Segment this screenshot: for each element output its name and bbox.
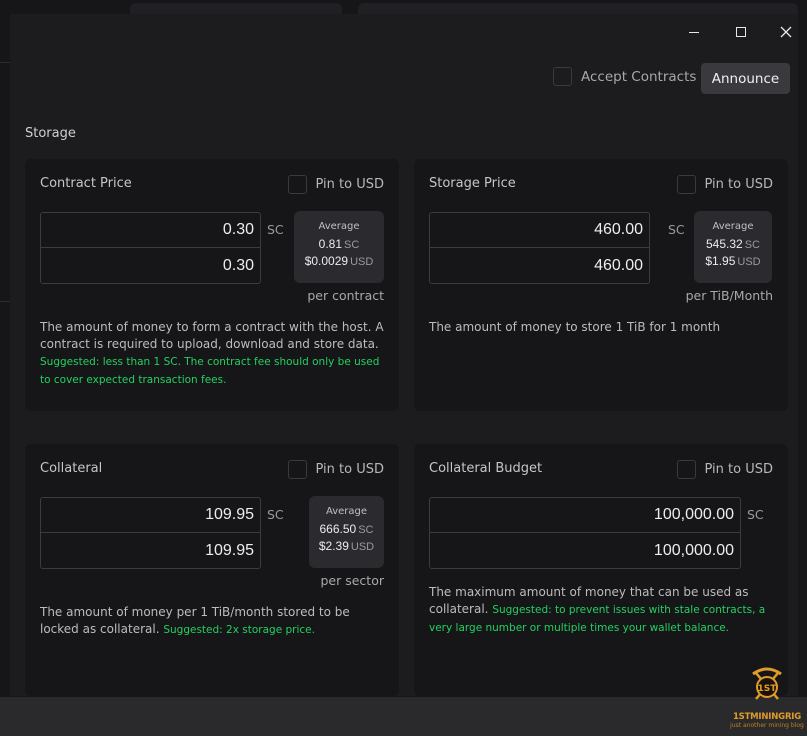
pin-to-usd-label: Pin to USD: [315, 462, 385, 477]
card-description: The amount of money to store 1 TiB for 1…: [429, 319, 774, 336]
announce-button[interactable]: Announce: [701, 63, 790, 94]
pickaxe-logo-icon: 1ST: [752, 667, 782, 700]
background-bottom-bar: [0, 697, 807, 736]
card-description: The amount of money per 1 TiB/month stor…: [40, 604, 385, 639]
suggested-text: Suggested: 2x storage price.: [163, 624, 315, 636]
average-box: Average 545.32 SC $1.95 USD: [694, 211, 772, 283]
host-settings-dialog: Accept Contracts Announce Storage Contra…: [10, 14, 798, 696]
watermark-tagline: just another mining blog: [730, 722, 804, 729]
average-usd-value: $0.0029: [304, 254, 349, 268]
minimize-icon[interactable]: [679, 22, 709, 42]
per-unit-label: per contract: [307, 288, 384, 303]
average-usd-value: $2.39: [318, 539, 349, 553]
collateral-budget-usd-input[interactable]: [430, 533, 740, 568]
pin-to-usd-toggle[interactable]: Pin to USD: [676, 175, 774, 194]
pin-to-usd-checkbox[interactable]: [287, 460, 307, 479]
storage-price-usd-input[interactable]: [430, 248, 649, 283]
pin-to-usd-checkbox[interactable]: [287, 175, 307, 194]
storage-price-inputs: [429, 212, 650, 284]
average-usd-value: $1.95: [705, 254, 736, 268]
unit-label: SC: [267, 222, 284, 237]
card-title: Contract Price: [40, 176, 132, 191]
average-usd-unit: USD: [350, 541, 375, 553]
unit-label: SC: [668, 222, 685, 237]
accept-contracts-toggle[interactable]: Accept Contracts: [553, 67, 696, 86]
contract-price-inputs: [40, 212, 261, 284]
pin-to-usd-toggle[interactable]: Pin to USD: [676, 460, 774, 479]
pin-to-usd-checkbox[interactable]: [676, 175, 696, 194]
collateral-card: Collateral Pin to USD SC Average 666.50S…: [25, 444, 399, 696]
watermark-name: 1STMININGRIG: [732, 712, 802, 722]
watermark: 1ST 1STMININGRIG just another mining blo…: [728, 666, 806, 734]
accept-contracts-label: Accept Contracts: [581, 68, 697, 85]
contract-price-sc-input[interactable]: [41, 213, 260, 248]
collateral-sc-input[interactable]: [41, 498, 260, 533]
collateral-inputs: [40, 497, 261, 569]
average-usd-unit: USD: [350, 256, 374, 268]
average-usd-unit: USD: [737, 256, 761, 268]
collateral-budget-inputs: [429, 497, 741, 569]
maximize-icon[interactable]: [726, 22, 756, 42]
description-text: The amount of money to form a contract w…: [40, 320, 384, 351]
card-title: Collateral Budget: [429, 461, 543, 476]
average-label: Average: [318, 221, 360, 232]
average-sc-value: 666.50: [319, 522, 357, 536]
pin-to-usd-label: Pin to USD: [704, 177, 774, 192]
collateral-budget-sc-input[interactable]: [430, 498, 740, 533]
unit-label: SC: [267, 507, 284, 522]
pin-to-usd-label: Pin to USD: [704, 462, 774, 477]
collateral-usd-input[interactable]: [41, 533, 260, 568]
accept-contracts-checkbox[interactable]: [553, 67, 572, 86]
card-title: Storage Price: [429, 176, 516, 191]
average-label: Average: [712, 221, 754, 232]
section-title: Storage: [25, 126, 76, 141]
description-text: The amount of money to store 1 TiB for 1…: [429, 320, 721, 334]
contract-price-usd-input[interactable]: [41, 248, 260, 283]
close-icon[interactable]: [771, 22, 798, 42]
average-box: Average 666.50 SC $2.39 USD: [309, 496, 384, 568]
storage-price-sc-input[interactable]: [430, 213, 649, 248]
pin-to-usd-toggle[interactable]: Pin to USD: [287, 175, 385, 194]
card-title: Collateral: [40, 461, 103, 476]
average-sc-value: 0.81: [318, 237, 343, 251]
contract-price-card: Contract Price Pin to USD SC Average 0.8…: [25, 159, 399, 411]
average-box: Average 0.81 SC $0.0029 USD: [294, 211, 384, 283]
collateral-budget-card: Collateral Budget Pin to USD SC The maxi…: [414, 444, 788, 696]
per-unit-label: per sector: [320, 573, 384, 588]
average-sc-unit: SC: [344, 239, 360, 251]
average-sc-unit: SC: [358, 524, 374, 536]
card-description: The maximum amount of money that can be …: [429, 584, 774, 637]
average-label: Average: [325, 506, 368, 517]
average-sc-unit: SC: [744, 239, 760, 251]
average-sc-value: 545.32: [706, 237, 743, 251]
background-sidebar-edge: [0, 62, 10, 302]
pin-to-usd-checkbox[interactable]: [676, 460, 696, 479]
watermark-logo-text: 1ST: [758, 684, 778, 694]
storage-price-card: Storage Price Pin to USD SC Average 545.…: [414, 159, 788, 411]
card-description: The amount of money to form a contract w…: [40, 319, 385, 389]
pin-to-usd-toggle[interactable]: Pin to USD: [287, 460, 385, 479]
unit-label: SC: [747, 507, 764, 522]
suggested-text: Suggested: less than 1 SC. The contract …: [40, 356, 380, 386]
pin-to-usd-label: Pin to USD: [315, 177, 385, 192]
per-unit-label: per TiB/Month: [685, 288, 773, 303]
